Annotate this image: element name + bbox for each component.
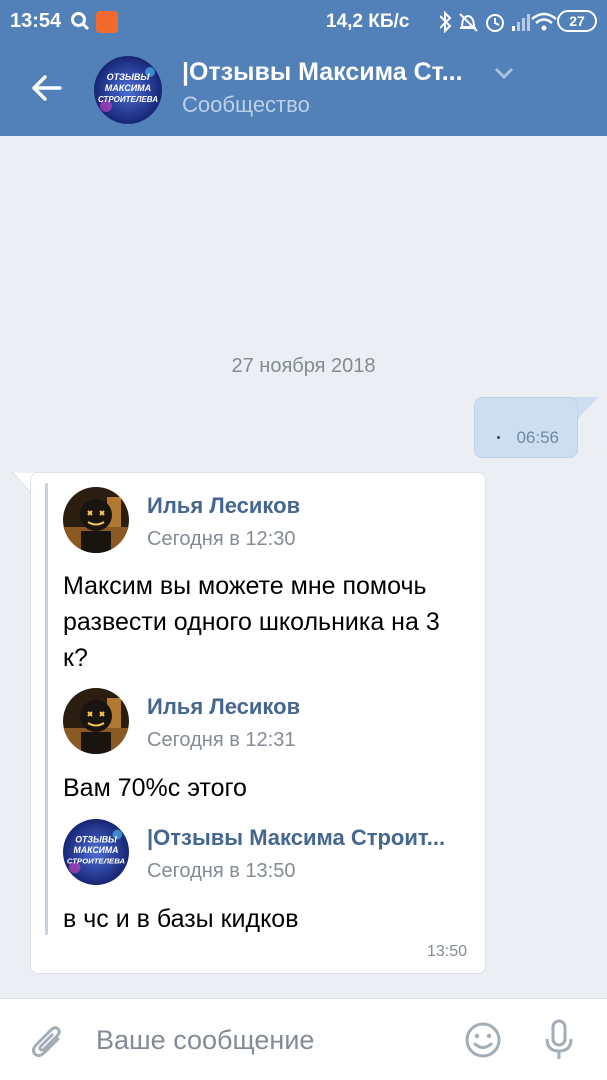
user-avatar[interactable] [63,688,129,754]
message-time: 13:50 [426,943,467,960]
user-avatar[interactable] [63,487,129,553]
message-input[interactable]: Ваше сообщение [96,1025,314,1056]
app-notification-icon [96,11,118,33]
chat-subtitle: Сообщество [182,92,310,117]
community-logo: ОТЗЫВЫ МАКСИМА СТРОИТЕЛЕВА [94,56,162,124]
battery-indicator: 27 [557,10,597,32]
forward-text: в чс и в базы кидков [63,905,299,933]
svg-text:СТРОИТЕЛЕВА: СТРОИТЕЛЕВА [98,95,158,104]
forward-date: Сегодня в 13:50 [147,860,296,882]
svg-text:ОТЗЫВЫ: ОТЗЫВЫ [107,72,151,82]
forward-author[interactable]: |Отзывы Максима Строит... [147,825,445,851]
message-input-bar: Ваше сообщение [0,998,607,1080]
svg-text:МАКСИМА: МАКСИМА [74,845,119,855]
microphone-icon[interactable] [544,1019,574,1061]
svg-text:МАКСИМА: МАКСИМА [105,83,151,93]
forward-text: Вам 70%с этого [63,774,247,802]
status-time: 13:54 [10,10,62,32]
forward-author[interactable]: Илья Лесиков [147,493,300,519]
app-header: 13:54 14,2 КБ/с 27 ОТЗЫВЫ МАКСИМА СТРОИТ… [0,0,607,136]
svg-text:ОТЗЫВЫ: ОТЗЫВЫ [75,834,117,844]
search-icon [71,12,90,31]
chevron-down-icon[interactable] [494,66,514,80]
bluetooth-icon [440,11,452,33]
community-avatar[interactable]: ОТЗЫВЫ МАКСИМА СТРОИТЕЛЕВА [63,819,129,885]
community-avatar[interactable]: ОТЗЫВЫ МАКСИМА СТРОИТЕЛЕВА [94,56,162,124]
chat-title[interactable]: |Отзывы Максима Ст... [182,58,463,87]
message-text [497,436,500,439]
incoming-message[interactable]: Илья Лесиков Сегодня в 12:30 Максим вы м… [30,472,486,974]
status-bar: 13:54 14,2 КБ/с 27 [0,0,607,44]
message-time: 06:56 [516,428,559,447]
forward-indicator [45,483,48,935]
forward-text: Максим вы можете мне помочь развести одн… [63,572,440,672]
back-arrow-icon[interactable] [26,68,66,108]
date-separator: 27 ноября 2018 [231,355,376,377]
outgoing-message[interactable]: 06:56 [474,397,578,458]
forward-author[interactable]: Илья Лесиков [147,694,300,720]
network-speed: 14,2 КБ/с [326,11,410,32]
forward-date: Сегодня в 12:30 [147,528,296,550]
forward-date: Сегодня в 12:31 [147,729,296,751]
attach-icon[interactable] [30,1021,66,1061]
emoji-icon[interactable] [464,1021,502,1059]
svg-text:СТРОИТЕЛЕВА: СТРОИТЕЛЕВА [67,857,126,866]
